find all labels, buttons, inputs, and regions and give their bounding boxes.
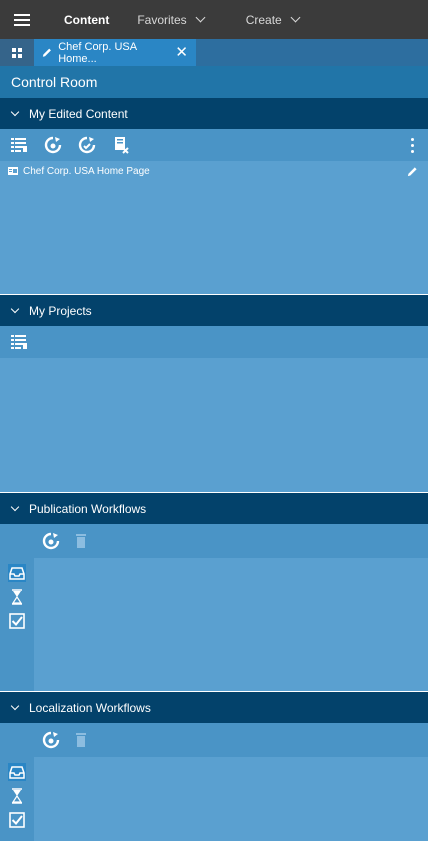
section-title: Localization Workflows [29,700,151,715]
chevron-down-icon [195,12,206,23]
checkbox-done-icon[interactable] [8,612,26,630]
chevron-down-icon [10,502,20,512]
projects-toolbar [0,326,428,358]
control-room-title: Control Room [11,74,98,90]
more-options-icon[interactable] [411,137,414,153]
nav-create[interactable]: Create [245,12,301,27]
section-header-publication-workflows[interactable]: Publication Workflows [0,493,428,524]
page-icon [8,167,18,175]
pencil-icon[interactable] [407,166,418,177]
refresh-icon[interactable] [42,731,60,749]
tab-bar: Chef Corp. USA Home... ✕ [0,39,428,66]
edited-content-panel [0,161,428,294]
publication-panel [0,558,428,691]
section-header-localization-workflows[interactable]: Localization Workflows [0,692,428,723]
dashboard-icon [12,47,22,58]
chevron-down-icon [10,107,20,117]
hourglass-icon[interactable] [8,588,26,606]
list-item[interactable]: Chef Corp. USA Home Page [0,162,428,180]
list-view-icon[interactable] [10,137,28,153]
nav-create-label: Create [245,12,282,27]
hourglass-icon[interactable] [8,787,26,805]
trash-icon [76,732,86,748]
tab-dashboard[interactable] [0,39,34,66]
page-title: Control Room [0,66,428,98]
edited-content-toolbar [0,129,428,161]
trash-icon [76,533,86,549]
check-in-icon[interactable] [44,136,62,154]
nav-favorites[interactable]: Favorites [137,12,206,27]
nav-content-label: Content [64,12,110,27]
chevron-down-icon [290,12,301,23]
section-title: My Projects [29,303,92,318]
publication-toolbar [0,524,428,558]
undo-checkout-icon[interactable] [78,136,96,154]
top-nav-bar: Content Favorites Create [0,0,428,39]
nav-favorites-label: Favorites [137,12,187,27]
close-icon[interactable]: ✕ [175,45,188,60]
chevron-down-icon [10,304,20,314]
menu-icon[interactable] [6,0,38,39]
chevron-down-icon [10,701,20,711]
localization-panel [0,757,428,841]
list-item-label: Chef Corp. USA Home Page [23,165,150,177]
list-view-icon[interactable] [10,334,28,350]
pencil-icon [42,48,51,57]
section-title: Publication Workflows [29,501,147,516]
inbox-icon[interactable] [8,763,26,781]
section-header-edited-content[interactable]: My Edited Content [0,98,428,129]
localization-toolbar [0,723,428,757]
checkbox-done-icon[interactable] [8,811,26,829]
nav-content[interactable]: Content [64,13,109,27]
tab-doc-label: Chef Corp. USA Home... [58,40,137,65]
refresh-icon[interactable] [42,532,60,550]
section-header-projects[interactable]: My Projects [0,295,428,326]
inbox-icon[interactable] [8,564,26,582]
projects-panel [0,358,428,492]
section-title: My Edited Content [29,106,128,121]
tab-chef-corp-home[interactable]: Chef Corp. USA Home... ✕ [34,39,196,66]
discard-changes-icon[interactable] [112,136,130,154]
